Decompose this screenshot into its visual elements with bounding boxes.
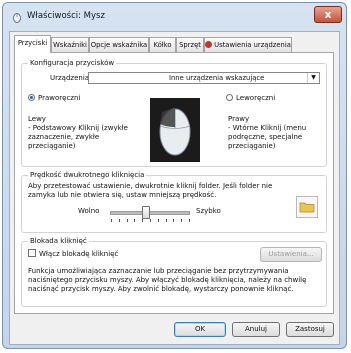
double-click-description: Aby przetestować ustawienie, dwukrotnie …: [28, 182, 273, 199]
slider-tick: [134, 219, 136, 222]
ok-button[interactable]: OK: [174, 322, 226, 337]
device-settings-icon: [205, 41, 213, 48]
cancel-button[interactable]: Anuluj: [232, 322, 280, 337]
slider-tick: [150, 219, 151, 222]
right-handed-radio[interactable]: Praworęczni: [28, 94, 80, 102]
left-button-description: - Podstawowy Kliknij (zwykłe zaznaczenie…: [28, 124, 128, 150]
radio-unselected-icon: [226, 94, 233, 101]
slider-tick: [142, 219, 144, 222]
tab-hardware[interactable]: Sprzęt: [176, 37, 204, 52]
title-bar[interactable]: Właściwości: Mysz x: [3, 3, 346, 29]
click-lock-checkbox[interactable]: Włącz blokadę kliknięć: [28, 249, 118, 258]
window-title: Właściwości: Mysz: [27, 11, 105, 21]
double-click-speed-group: Prędkość dwukrotnego kliknięcia Aby prze…: [21, 171, 327, 233]
dialog-client-area: Przyciski Wskaźniki Opcje wskaźnika Kółk…: [9, 31, 340, 345]
tab-pointer-options[interactable]: Opcje wskaźnika: [89, 37, 149, 52]
button-config-group: Konfiguracja przycisków Urządzenia: Inne…: [21, 59, 327, 167]
fast-label: Szybko: [196, 207, 221, 215]
slow-label: Wolno: [78, 207, 100, 215]
mouse-image-icon: [150, 98, 200, 162]
slider-thumb[interactable]: [142, 206, 151, 219]
slider-tick: [126, 219, 128, 222]
checkbox-icon: [28, 249, 36, 257]
tab-buttons[interactable]: Przyciski: [14, 35, 51, 53]
group-title: Konfiguracja przycisków: [28, 59, 117, 67]
tab-wheel[interactable]: Kółko: [149, 37, 176, 52]
checkbox-label: Włącz blokadę kliknięć: [39, 250, 119, 258]
radio-label: Praworęczni: [38, 94, 81, 102]
slider-tick: [165, 219, 167, 222]
device-dropdown-value: Inne urządzenia wskazujące: [169, 74, 265, 82]
slider-tick: [173, 219, 175, 222]
apply-button[interactable]: Zastosuj: [286, 322, 334, 337]
close-button[interactable]: x: [314, 6, 342, 23]
chevron-down-icon: ▼: [307, 73, 319, 83]
click-lock-group: Blokada kliknięć Włącz blokadę kliknięć …: [21, 237, 327, 307]
device-dropdown[interactable]: Inne urządzenia wskazujące ▼: [88, 72, 320, 84]
tab-label: Sprzęt: [179, 41, 201, 49]
test-folder-area[interactable]: [296, 196, 318, 218]
slider-tick: [181, 219, 183, 222]
mouse-properties-window: Właściwości: Mysz x Przyciski Wskaźniki …: [2, 2, 347, 349]
tab-label: Kółko: [153, 41, 172, 49]
slider-tick: [189, 219, 190, 222]
tab-label: Wskaźniki: [53, 41, 87, 49]
left-handed-radio[interactable]: Leworęczni: [226, 94, 275, 102]
click-lock-description: Funkcja umożliwiająca zaznaczanie lub pr…: [28, 267, 307, 293]
tab-pointers[interactable]: Wskaźniki: [51, 37, 89, 52]
right-button-description: - Wtórne Kliknij (menu podręczne, specja…: [228, 124, 307, 150]
tab-label: Opcje wskaźnika: [90, 41, 148, 49]
slider-tick: [118, 219, 120, 222]
speed-slider[interactable]: [108, 205, 190, 223]
radio-selected-icon: [28, 94, 35, 101]
tab-label: Przyciski: [17, 39, 48, 47]
slider-tick: [111, 219, 112, 222]
tab-device-settings[interactable]: Ustawienia urządzenia: [204, 37, 292, 52]
group-title: Blokada kliknięć: [28, 237, 89, 245]
radio-label: Leworęczni: [236, 94, 276, 102]
right-button-heading: Prawy: [228, 115, 250, 123]
click-lock-settings-button[interactable]: Ustawienia...: [260, 247, 322, 262]
group-title: Prędkość dwukrotnego kliknięcia: [28, 171, 147, 179]
tab-label: Ustawienia urządzenia: [214, 41, 291, 49]
device-label: Urządzenia:: [50, 74, 92, 82]
mouse-app-icon: [13, 13, 21, 23]
left-button-heading: Lewy: [28, 115, 46, 123]
folder-icon: [299, 202, 315, 213]
slider-tick: [157, 219, 159, 222]
buttons-tab-panel: Konfiguracja przycisków Urządzenia: Inne…: [14, 52, 334, 314]
